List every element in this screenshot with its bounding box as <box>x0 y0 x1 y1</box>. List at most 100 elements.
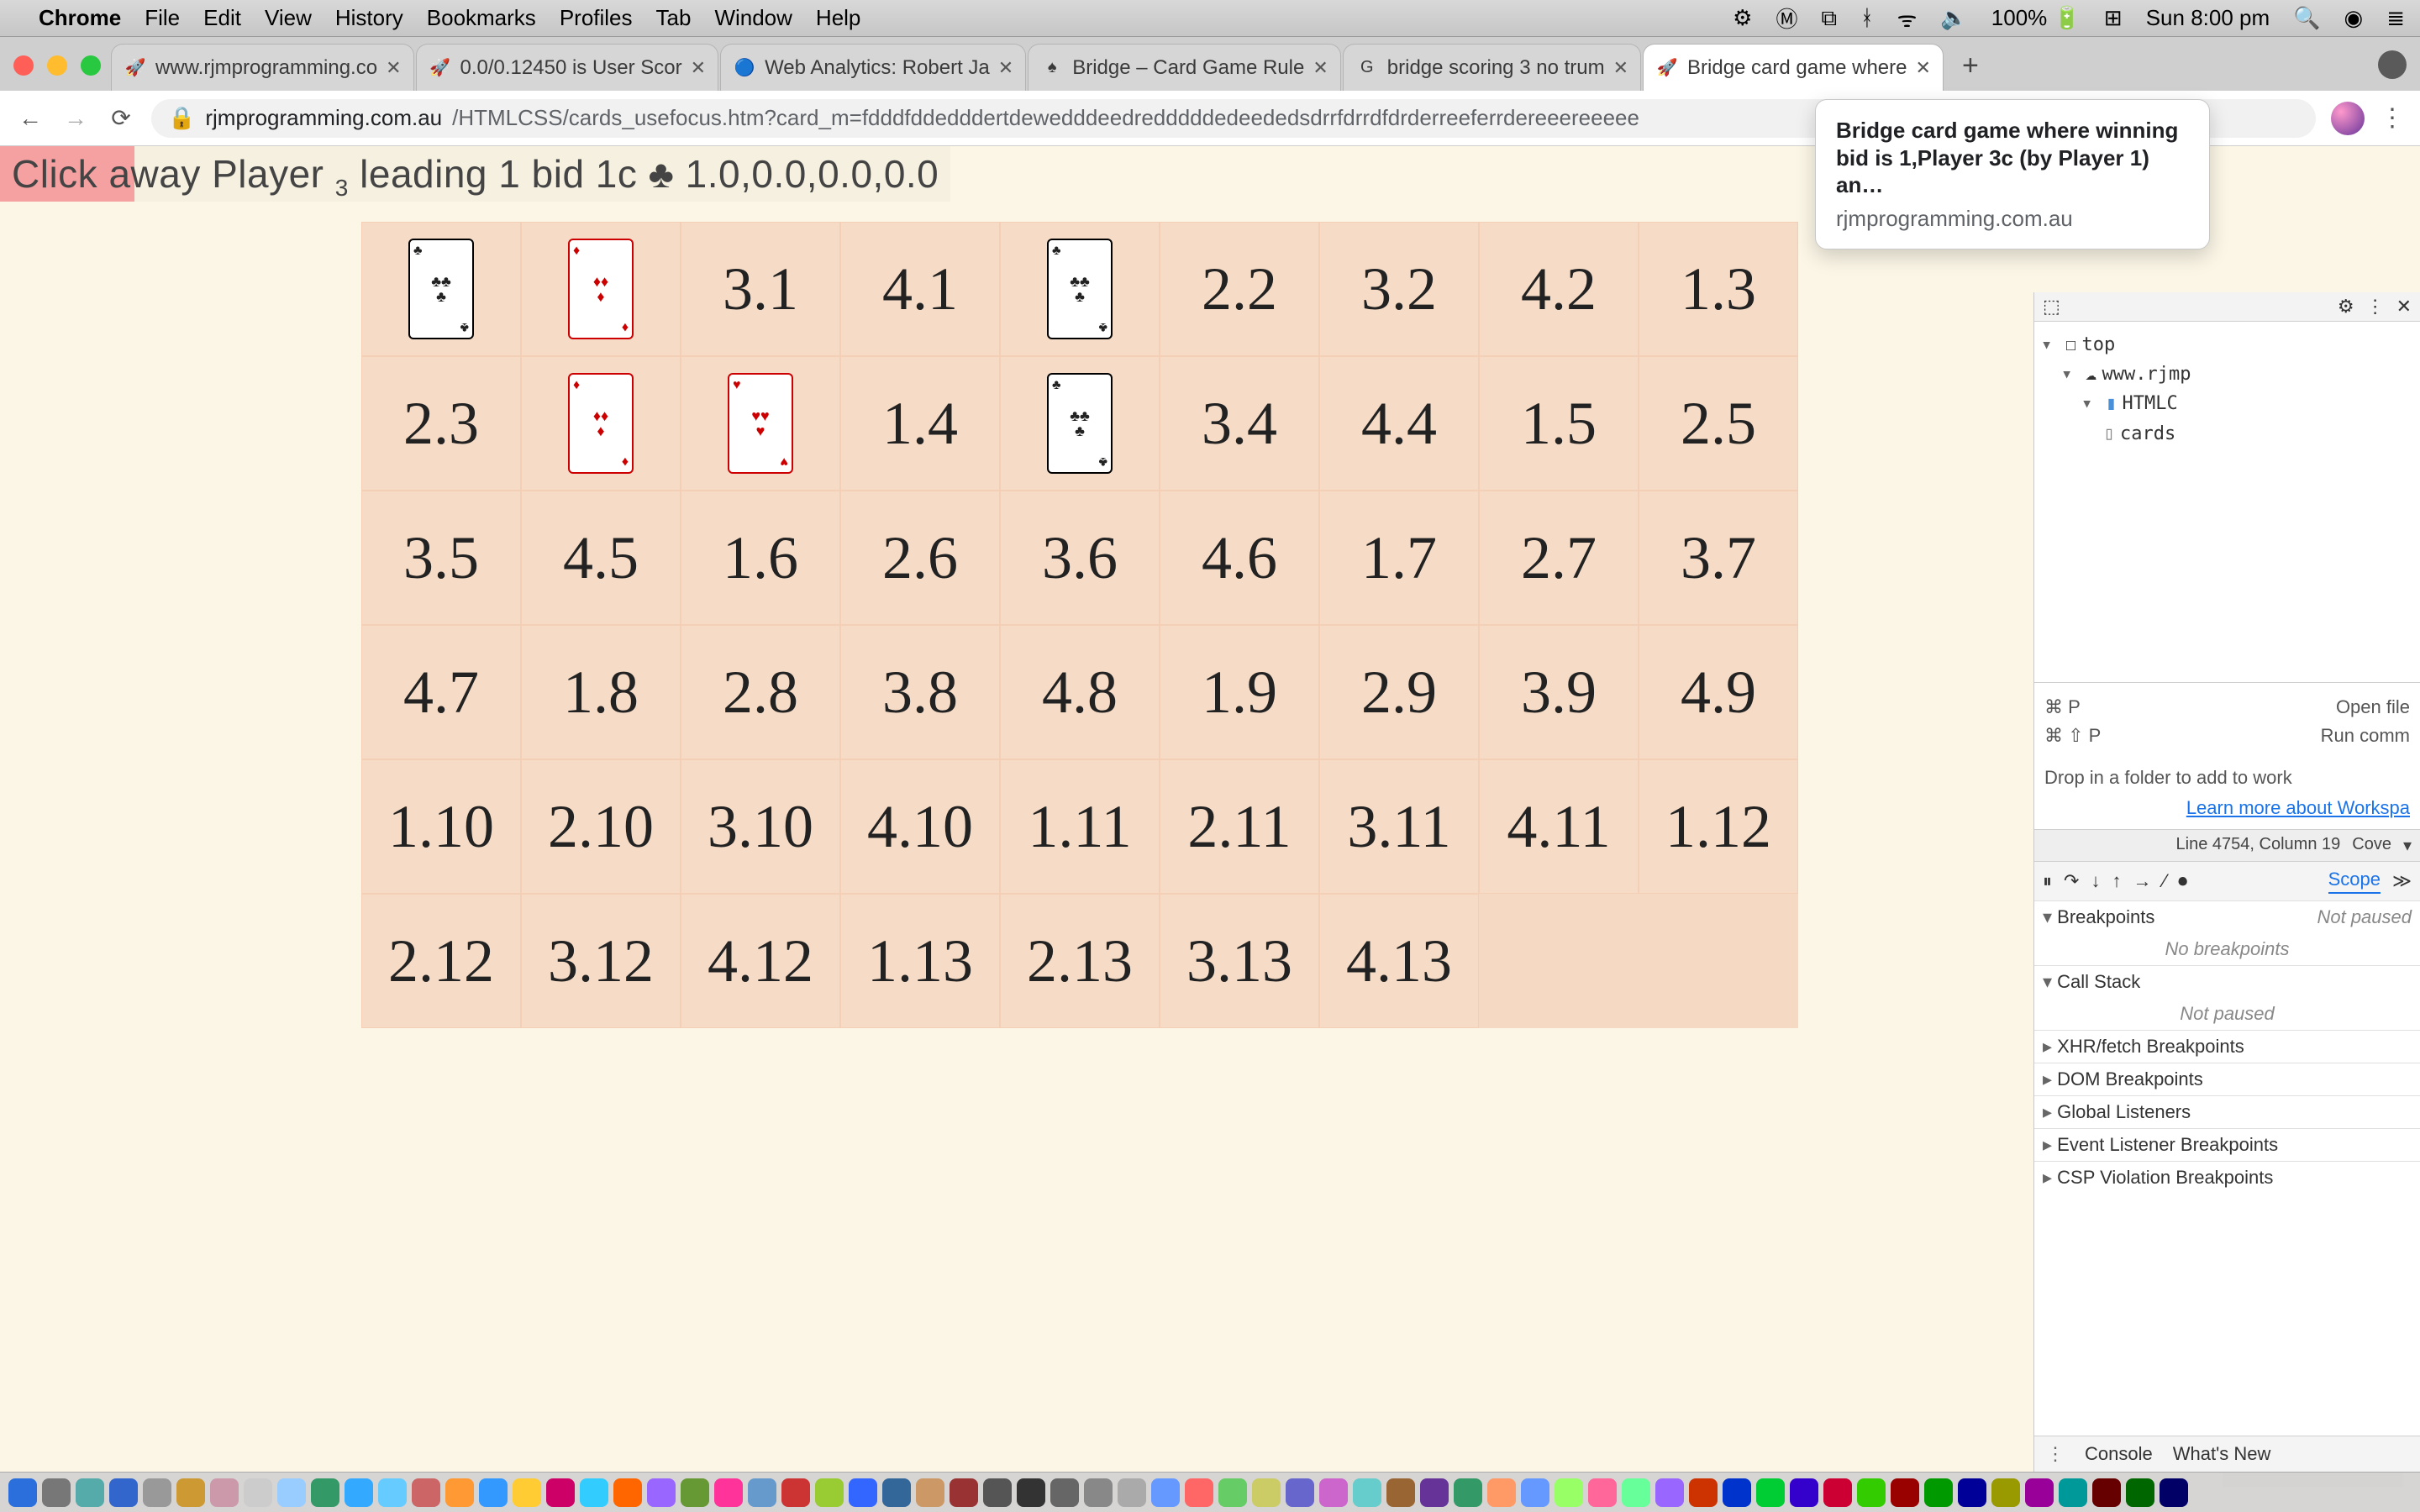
grid-cell[interactable]: ♣♣♣♣♣ <box>1000 222 1160 356</box>
debugger-pause-exceptions-icon[interactable]: ⏺ <box>2178 870 2187 892</box>
grid-cell[interactable]: 4.12 <box>681 894 840 1028</box>
grid-cell[interactable]: 2.3 <box>361 356 521 491</box>
dock-app[interactable] <box>109 1478 138 1507</box>
dock-app[interactable] <box>277 1478 306 1507</box>
grid-cell[interactable]: 3.2 <box>1319 222 1479 356</box>
spotlight-icon[interactable]: 🔍 <box>2293 5 2320 31</box>
devtools-file-tree[interactable]: ☐top ☁www.rjmp ▮HTMLC ▯cards <box>2034 322 2420 683</box>
section-xhr[interactable]: XHR/fetch Breakpoints <box>2034 1031 2420 1063</box>
playing-card[interactable]: ♣♣♣♣♣ <box>408 239 474 339</box>
dock-app[interactable] <box>916 1478 944 1507</box>
menu-help[interactable]: Help <box>816 5 860 31</box>
grid-cell[interactable]: 3.10 <box>681 759 840 894</box>
dock-app[interactable] <box>882 1478 911 1507</box>
grid-cell[interactable]: 1.12 <box>1639 759 1798 894</box>
reload-button[interactable]: ⟳ <box>106 104 136 132</box>
menu-edit[interactable]: Edit <box>203 5 241 31</box>
dock-app[interactable] <box>176 1478 205 1507</box>
status-icon-1[interactable]: ⚙ <box>1733 5 1752 31</box>
dock-app[interactable] <box>378 1478 407 1507</box>
debugger-pause-icon[interactable]: ⏸ <box>2043 870 2052 892</box>
grid-cell[interactable]: 4.4 <box>1319 356 1479 491</box>
tab-1[interactable]: 🚀 www.rjmprogramming.co ✕ <box>111 44 414 91</box>
playing-card[interactable]: ♣♣♣♣♣ <box>1047 373 1113 474</box>
playing-card[interactable]: ♦♦♦♦♦ <box>568 239 634 339</box>
grid-cell[interactable]: 2.8 <box>681 625 840 759</box>
tree-folder[interactable]: HTMLC <box>2123 393 2178 414</box>
tab-2[interactable]: 🚀 0.0/0.12450 is User Scor ✕ <box>416 44 719 91</box>
grid-cell[interactable]: 1.8 <box>521 625 681 759</box>
coverage-label[interactable]: Cove <box>2352 835 2391 856</box>
menu-history[interactable]: History <box>335 5 403 31</box>
profile-avatar[interactable] <box>2331 102 2365 135</box>
tab-4-close-icon[interactable]: ✕ <box>1313 57 1328 79</box>
dock-app[interactable] <box>815 1478 844 1507</box>
devtools-close-icon[interactable]: ✕ <box>2396 296 2412 318</box>
grid-cell[interactable]: 2.11 <box>1160 759 1319 894</box>
tab-3-close-icon[interactable]: ✕ <box>998 57 1013 79</box>
menubar-clock[interactable]: Sun 8:00 pm <box>2146 5 2270 31</box>
tab-3[interactable]: 🔵 Web Analytics: Robert Ja ✕ <box>720 44 1026 91</box>
dock-app[interactable] <box>2126 1478 2154 1507</box>
forward-button[interactable]: → <box>60 105 91 132</box>
coverage-dropdown-icon[interactable]: ▾ <box>2403 835 2412 856</box>
dock-app[interactable] <box>2092 1478 2121 1507</box>
dock-app[interactable] <box>1084 1478 1113 1507</box>
window-close-button[interactable] <box>13 55 34 76</box>
grid-cell[interactable]: 1.11 <box>1000 759 1160 894</box>
grid-cell[interactable]: 1.9 <box>1160 625 1319 759</box>
playing-card[interactable]: ♣♣♣♣♣ <box>1047 239 1113 339</box>
dock-app[interactable] <box>2059 1478 2087 1507</box>
debugger-step-icon[interactable]: → <box>2133 870 2151 892</box>
dock-app[interactable] <box>1454 1478 1482 1507</box>
menubar-app-name[interactable]: Chrome <box>39 5 121 31</box>
tree-host[interactable]: www.rjmp <box>2102 364 2191 385</box>
grid-cell[interactable]: 2.12 <box>361 894 521 1028</box>
grid-cell[interactable]: 4.6 <box>1160 491 1319 625</box>
section-callstack[interactable]: Call Stack <box>2034 966 2420 998</box>
grid-cell[interactable]: ♦♦♦♦♦ <box>521 222 681 356</box>
drawer-menu-icon[interactable]: ⋮ <box>2046 1443 2065 1465</box>
dock-app[interactable] <box>412 1478 440 1507</box>
grid-cell[interactable]: 3.1 <box>681 222 840 356</box>
dock-app[interactable] <box>1588 1478 1617 1507</box>
devtools-inspect-icon[interactable]: ⬚ <box>2043 296 2060 318</box>
dock-app[interactable] <box>479 1478 508 1507</box>
grid-cell[interactable]: 4.5 <box>521 491 681 625</box>
window-zoom-button[interactable] <box>81 55 101 76</box>
tab-search-icon[interactable] <box>2378 50 2407 79</box>
drawer-tab-whatsnew[interactable]: What's New <box>2173 1443 2271 1465</box>
dock-app[interactable] <box>1823 1478 1852 1507</box>
dock-app[interactable] <box>1521 1478 1549 1507</box>
dock-app[interactable] <box>8 1478 37 1507</box>
control-center-icon[interactable]: ⊞ <box>2104 5 2123 31</box>
dock-app[interactable] <box>681 1478 709 1507</box>
grid-cell[interactable]: 2.13 <box>1000 894 1160 1028</box>
section-csp[interactable]: CSP Violation Breakpoints <box>2034 1162 2420 1194</box>
grid-cell[interactable]: 2.9 <box>1319 625 1479 759</box>
back-button[interactable]: ← <box>15 105 45 132</box>
grid-cell[interactable]: 4.13 <box>1319 894 1479 1028</box>
devtools-kebab-icon[interactable]: ⋮ <box>2366 296 2385 318</box>
tab-6-close-icon[interactable]: ✕ <box>1915 57 1930 79</box>
grid-cell[interactable]: 4.7 <box>361 625 521 759</box>
volume-icon[interactable]: 🔈 <box>1940 5 1967 31</box>
debugger-step-over-icon[interactable]: ↷ <box>2064 870 2079 892</box>
menu-extra-icon[interactable]: ≣ <box>2386 5 2405 31</box>
grid-cell[interactable]: 4.9 <box>1639 625 1798 759</box>
dock-app[interactable] <box>210 1478 239 1507</box>
dock-app[interactable] <box>546 1478 575 1507</box>
dock-app[interactable] <box>445 1478 474 1507</box>
window-minimize-button[interactable] <box>47 55 67 76</box>
dock-app[interactable] <box>513 1478 541 1507</box>
screen-mirror-icon[interactable]: ⧉ <box>1821 5 1837 32</box>
dock-app[interactable] <box>983 1478 1012 1507</box>
dock-app[interactable] <box>1151 1478 1180 1507</box>
dock-app[interactable] <box>613 1478 642 1507</box>
grid-cell[interactable]: 4.1 <box>840 222 1000 356</box>
grid-cell[interactable]: 1.4 <box>840 356 1000 491</box>
section-dom[interactable]: DOM Breakpoints <box>2034 1063 2420 1095</box>
dock-app[interactable] <box>2025 1478 2054 1507</box>
dock-app[interactable] <box>748 1478 776 1507</box>
dock-app[interactable] <box>1655 1478 1684 1507</box>
